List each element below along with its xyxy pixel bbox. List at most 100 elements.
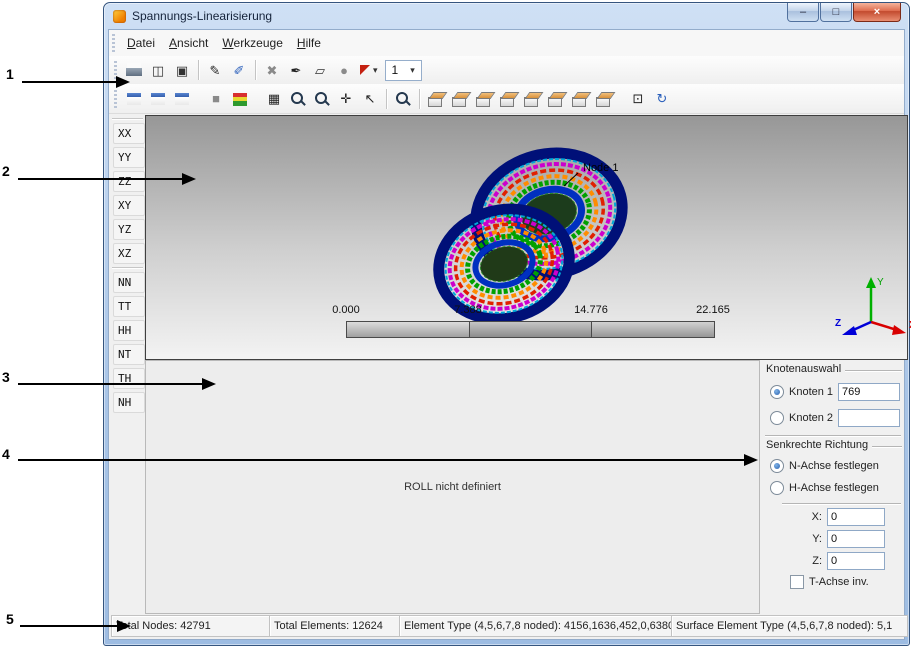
component-xy[interactable]: XY — [113, 195, 145, 216]
magnifier-icon[interactable] — [392, 89, 414, 109]
knoten2-radio[interactable] — [770, 411, 784, 425]
viewport-3d[interactable]: Node 1 0.000 7.388 14.776 22.165 Y Z — [145, 115, 911, 360]
plane-icon[interactable]: ▱ — [309, 60, 331, 80]
window-controls: – □ × — [786, 3, 901, 22]
color-flag-dropdown-arrow[interactable]: ▾ — [373, 65, 378, 76]
status-element-type: Element Type (4,5,6,7,8 noded): 4156,163… — [399, 615, 673, 637]
t-inv-row: T-Achse inv. — [762, 574, 904, 590]
contour-colors-icon[interactable] — [229, 88, 251, 109]
erase-icon[interactable]: ✖ — [261, 60, 283, 80]
cascade-windows-icon[interactable] — [171, 88, 193, 109]
minimize-button[interactable]: – — [787, 3, 819, 22]
sphere-icon[interactable]: ● — [333, 60, 355, 80]
new-view-window-icon[interactable] — [123, 88, 145, 109]
view-bottom-icon[interactable] — [545, 89, 567, 109]
client-area: Datei Ansicht Werkzeuge Hilfe ◫ ▣ ✎ ✐ ✖ … — [108, 29, 911, 640]
axis-z-label: Z — [835, 318, 841, 329]
component-xx[interactable]: XX — [113, 123, 145, 144]
print-preview-icon[interactable]: ◫ — [147, 60, 169, 80]
component-zz[interactable]: ZZ — [113, 171, 145, 192]
z-input[interactable] — [827, 552, 885, 570]
h-axis-row: H-Achse festlegen — [762, 479, 904, 497]
component-nt[interactable]: NT — [113, 344, 145, 365]
menu-datei[interactable]: Datei — [120, 33, 162, 53]
knoten1-radio[interactable] — [770, 385, 784, 399]
app-icon — [113, 9, 126, 23]
ink-pen-icon[interactable]: ✒ — [285, 60, 307, 80]
menu-ansicht[interactable]: Ansicht — [162, 33, 215, 53]
component-hh[interactable]: HH — [113, 320, 145, 341]
view-number-dropdown[interactable]: 1 ▾ — [384, 59, 422, 81]
zoom-in-icon[interactable] — [287, 89, 309, 109]
knoten1-input[interactable] — [838, 383, 900, 401]
n-axis-label: N-Achse festlegen — [789, 460, 879, 472]
tile-windows-icon[interactable] — [147, 88, 169, 109]
y-input[interactable] — [827, 530, 885, 548]
callout-4: 4 — [2, 446, 10, 462]
view-right-icon[interactable] — [497, 89, 519, 109]
app-window: Spannungs-Linearisierung – □ × Datei Ans… — [103, 2, 911, 646]
component-tt[interactable]: TT — [113, 296, 145, 317]
plot-message: ROLL nicht definiert — [404, 481, 501, 493]
knoten2-input[interactable] — [838, 409, 900, 427]
color-scale-bar — [346, 321, 715, 338]
view-front-icon[interactable] — [425, 89, 447, 109]
menubar: Datei Ansicht Werkzeuge Hilfe — [109, 30, 904, 57]
toolbar1-grip — [114, 61, 117, 79]
print-icon[interactable] — [123, 60, 145, 80]
component-th[interactable]: TH — [113, 368, 145, 389]
solid-gray-icon[interactable]: ■ — [205, 89, 227, 109]
status-total-elements: Total Elements: 12624 — [269, 615, 401, 637]
sidebar-separator — [112, 267, 143, 268]
titlebar[interactable]: Spannungs-Linearisierung – □ × — [104, 3, 909, 29]
menu-hilfe[interactable]: Hilfe — [290, 33, 328, 53]
view-left-icon[interactable] — [473, 89, 495, 109]
fit-view-icon[interactable]: ⊡ — [627, 89, 649, 109]
component-yz[interactable]: YZ — [113, 219, 145, 240]
color-flag-icon[interactable] — [360, 65, 370, 75]
status-total-nodes: Total Nodes: 42791 — [111, 615, 271, 637]
toolbar-gap — [616, 98, 626, 99]
x-input[interactable] — [827, 508, 885, 526]
toolbar-gap — [194, 98, 204, 99]
component-xz[interactable]: XZ — [113, 243, 145, 264]
component-nh[interactable]: NH — [113, 392, 145, 413]
rotate-view-icon[interactable]: ↻ — [651, 89, 673, 109]
component-nn[interactable]: NN — [113, 272, 145, 293]
pick-pen-icon[interactable]: ✐ — [228, 60, 250, 80]
axis-y-label: Y — [877, 277, 884, 288]
properties-icon[interactable]: ▣ — [171, 60, 193, 80]
node-group-label: Knotenauswahl — [766, 363, 842, 375]
y-row: Y: — [762, 530, 904, 548]
pan-icon[interactable]: ✛ — [335, 89, 357, 109]
probe-pen-icon[interactable]: ✎ — [204, 60, 226, 80]
group-rule — [872, 445, 902, 447]
wireframe-mesh-icon[interactable]: ▦ — [263, 89, 285, 109]
page: 1 2 3 4 5 Spannungs-Linearisierung – □ × — [0, 0, 911, 647]
toolbar-separator — [386, 88, 387, 109]
view-iso2-icon[interactable] — [593, 89, 615, 109]
control-panel: Knotenauswahl Knoten 1 Knoten 2 Senkrech… — [762, 360, 904, 612]
scale-tick-0: 0.000 — [332, 304, 360, 316]
t-axis-inv-checkbox[interactable] — [790, 575, 804, 589]
window-title: Spannungs-Linearisierung — [132, 9, 273, 23]
zoom-window-icon[interactable] — [311, 89, 333, 109]
knoten1-label: Knoten 1 — [789, 386, 834, 398]
h-axis-radio[interactable] — [770, 481, 784, 495]
view-iso-icon[interactable] — [569, 89, 591, 109]
menu-werkzeuge[interactable]: Werkzeuge — [215, 33, 289, 53]
maximize-button[interactable]: □ — [820, 3, 852, 22]
scale-segment — [469, 322, 593, 337]
pointer-icon[interactable]: ↖ — [359, 89, 381, 109]
n-axis-radio[interactable] — [770, 459, 784, 473]
callout-1: 1 — [6, 66, 14, 82]
scale-segment — [592, 322, 715, 337]
knoten2-label: Knoten 2 — [789, 412, 834, 424]
view-back-icon[interactable] — [449, 89, 471, 109]
axis-triad: Y X Z — [835, 277, 911, 335]
toolbar-separator — [198, 60, 199, 80]
statusbar: Total Nodes: 42791 Total Elements: 12624… — [109, 614, 908, 639]
view-top-icon[interactable] — [521, 89, 543, 109]
component-yy[interactable]: YY — [113, 147, 145, 168]
close-button[interactable]: × — [853, 3, 901, 22]
